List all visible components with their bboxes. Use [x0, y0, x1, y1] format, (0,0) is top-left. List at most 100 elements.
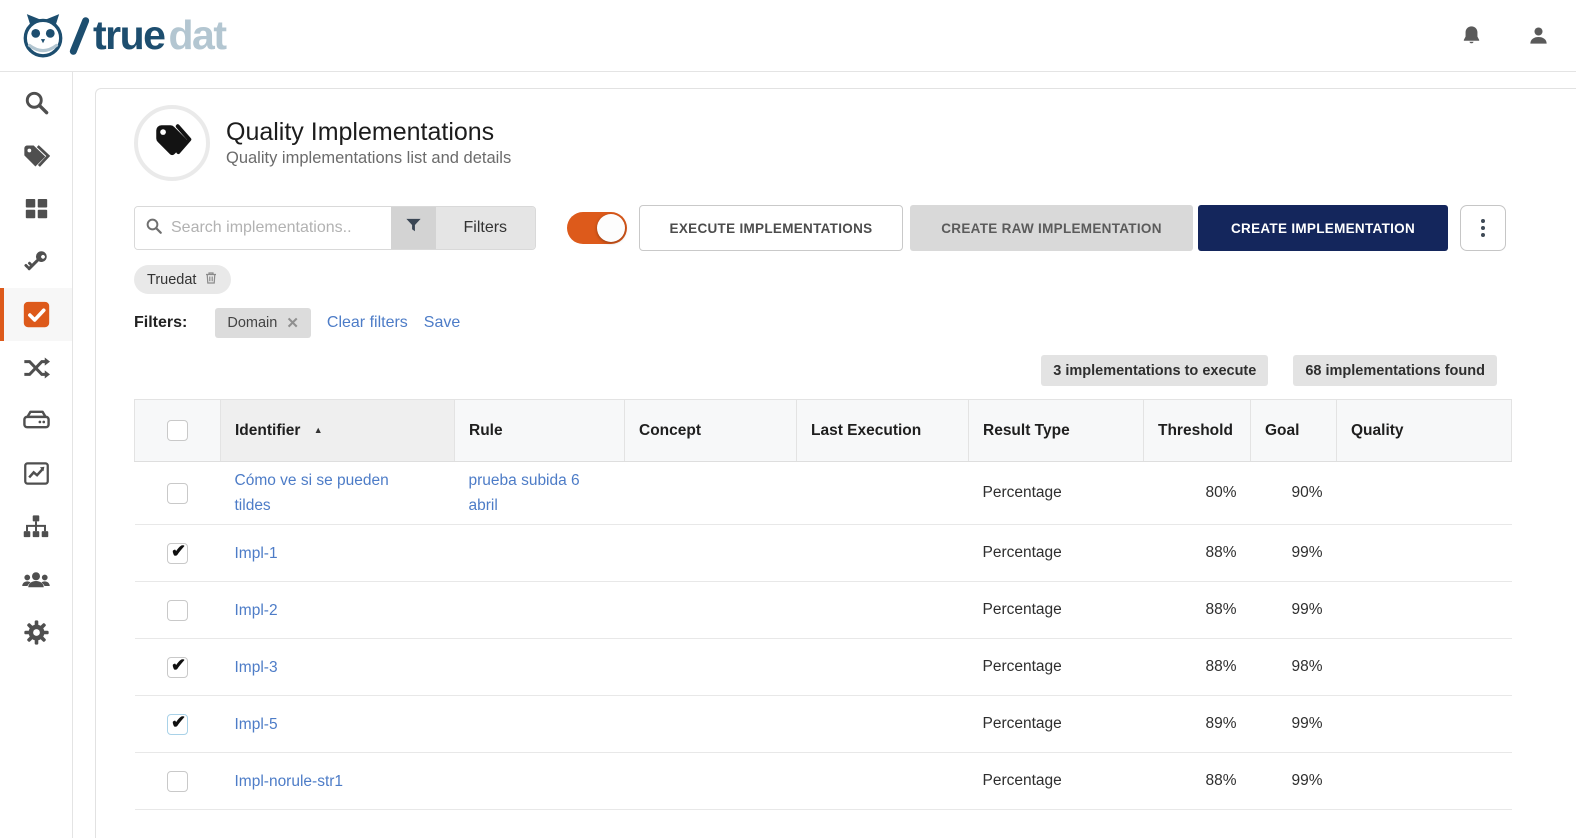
- header-result-type[interactable]: Result Type: [969, 400, 1144, 462]
- identifier-link[interactable]: Impl-5: [235, 712, 278, 737]
- save-filters-link[interactable]: Save: [424, 314, 460, 332]
- row-checkbox[interactable]: [167, 483, 188, 504]
- sidebar-item-access[interactable]: [0, 235, 72, 288]
- execute-implementations-button[interactable]: EXECUTE IMPLEMENTATIONS: [639, 205, 903, 251]
- funnel-icon: [404, 216, 423, 240]
- hard-drive-icon: [22, 406, 51, 435]
- topbar: true dat: [0, 0, 1576, 72]
- trash-icon[interactable]: [204, 271, 218, 289]
- search-icon: [145, 217, 163, 240]
- row-checkbox[interactable]: [167, 543, 188, 564]
- cell-goal: 90%: [1251, 462, 1337, 525]
- cell-identifier: Impl-norule-str1: [221, 753, 455, 810]
- filters-button[interactable]: Filters: [436, 207, 535, 249]
- active-tag-row: Truedat: [134, 265, 1510, 294]
- chart-line-icon: [23, 460, 50, 487]
- sidebar-item-lineage[interactable]: [0, 341, 72, 394]
- content-card: Quality Implementations Quality implemen…: [95, 88, 1576, 838]
- identifier-link[interactable]: Impl-3: [235, 655, 278, 680]
- header-goal[interactable]: Goal: [1251, 400, 1337, 462]
- table-row: Impl-3 Percentage 88% 98%: [135, 639, 1512, 696]
- identifier-link[interactable]: Impl-1: [235, 541, 278, 566]
- header-quality[interactable]: Quality: [1337, 400, 1512, 462]
- create-implementation-button[interactable]: CREATE IMPLEMENTATION: [1198, 205, 1448, 251]
- search-group: Filters: [134, 206, 536, 250]
- sidebar-item-search[interactable]: [0, 76, 72, 129]
- select-all-checkbox[interactable]: [167, 420, 188, 441]
- sidebar-item-quality[interactable]: [0, 288, 72, 341]
- table-row: Impl-2 Percentage 88% 99%: [135, 582, 1512, 639]
- funnel-filter-button[interactable]: [391, 207, 436, 249]
- rule-link[interactable]: prueba subida 6 abril: [469, 468, 594, 518]
- toggle-knob: [597, 214, 625, 242]
- header-identifier[interactable]: Identifier ▲: [221, 400, 455, 462]
- cell-last-execution: [797, 525, 969, 582]
- sidebar-item-settings[interactable]: [0, 606, 72, 659]
- bell-icon[interactable]: [1460, 24, 1483, 47]
- cell-identifier: Impl-1: [221, 525, 455, 582]
- cell-concept: [625, 525, 797, 582]
- app-logo[interactable]: true dat: [18, 11, 225, 61]
- search-box: [135, 207, 391, 249]
- identifier-link[interactable]: Impl-norule-str1: [235, 769, 344, 794]
- tags-icon: [22, 142, 50, 170]
- cell-quality: [1337, 462, 1512, 525]
- users-icon: [21, 565, 51, 595]
- sidebar-item-glossary[interactable]: [0, 129, 72, 182]
- cell-last-execution: [797, 696, 969, 753]
- sidebar-item-data[interactable]: [0, 394, 72, 447]
- cell-result-type: Percentage: [969, 462, 1144, 525]
- table-row: Impl-norule-str1 Percentage 88% 99%: [135, 753, 1512, 810]
- clear-filters-link[interactable]: Clear filters: [327, 314, 408, 332]
- cell-last-execution: [797, 753, 969, 810]
- cell-identifier: Cómo ve si se pueden tildes: [221, 462, 455, 525]
- execute-mode-toggle[interactable]: [567, 212, 627, 244]
- row-checkbox[interactable]: [167, 600, 188, 621]
- cell-rule: [455, 639, 625, 696]
- header-last-execution[interactable]: Last Execution: [797, 400, 969, 462]
- header-threshold[interactable]: Threshold: [1144, 400, 1251, 462]
- identifier-link[interactable]: Cómo ve si se pueden tildes: [235, 468, 400, 518]
- page-title: Quality Implementations: [226, 118, 511, 147]
- search-input[interactable]: [171, 219, 381, 237]
- sidebar-item-taxonomy[interactable]: [0, 500, 72, 553]
- page-subtitle: Quality implementations list and details: [226, 149, 511, 168]
- cell-threshold: 88%: [1144, 639, 1251, 696]
- tag-chip-label: Truedat: [147, 272, 196, 288]
- more-options-button[interactable]: [1460, 205, 1506, 251]
- user-icon[interactable]: [1527, 24, 1550, 47]
- truedat-tag-chip[interactable]: Truedat: [134, 265, 231, 294]
- domain-chip-label: Domain: [227, 315, 277, 331]
- header-concept[interactable]: Concept: [625, 400, 797, 462]
- row-checkbox[interactable]: [167, 771, 188, 792]
- row-checkbox[interactable]: [167, 714, 188, 735]
- sidebar-item-users[interactable]: [0, 553, 72, 606]
- create-raw-implementation-button[interactable]: CREATE RAW IMPLEMENTATION: [910, 205, 1193, 251]
- header-select-all[interactable]: [135, 400, 221, 462]
- identifier-link[interactable]: Impl-2: [235, 598, 278, 623]
- row-checkbox[interactable]: [167, 657, 188, 678]
- gear-icon: [23, 619, 50, 646]
- remove-domain-filter-icon[interactable]: ✕: [286, 316, 299, 331]
- tags-icon: [151, 120, 193, 167]
- cell-result-type: Percentage: [969, 753, 1144, 810]
- cell-result-type: Percentage: [969, 582, 1144, 639]
- implementations-table: Identifier ▲ Rule Concept Last Execution…: [134, 399, 1512, 810]
- cell-concept: [625, 639, 797, 696]
- table-row: Impl-1 Percentage 88% 99%: [135, 525, 1512, 582]
- cell-goal: 99%: [1251, 582, 1337, 639]
- cell-result-type: Percentage: [969, 639, 1144, 696]
- cell-quality: [1337, 639, 1512, 696]
- header-rule[interactable]: Rule: [455, 400, 625, 462]
- domain-filter-chip[interactable]: Domain ✕: [215, 308, 311, 338]
- sidebar-item-dashboard[interactable]: [0, 182, 72, 235]
- cell-concept: [625, 753, 797, 810]
- cell-quality: [1337, 696, 1512, 753]
- sidebar-item-analytics[interactable]: [0, 447, 72, 500]
- table-row: Cómo ve si se pueden tildes prueba subid…: [135, 462, 1512, 525]
- cell-goal: 99%: [1251, 525, 1337, 582]
- table-row: Impl-5 Percentage 89% 99%: [135, 696, 1512, 753]
- cell-threshold: 89%: [1144, 696, 1251, 753]
- kebab-icon: [1481, 219, 1485, 223]
- page-icon-circle: [134, 105, 210, 181]
